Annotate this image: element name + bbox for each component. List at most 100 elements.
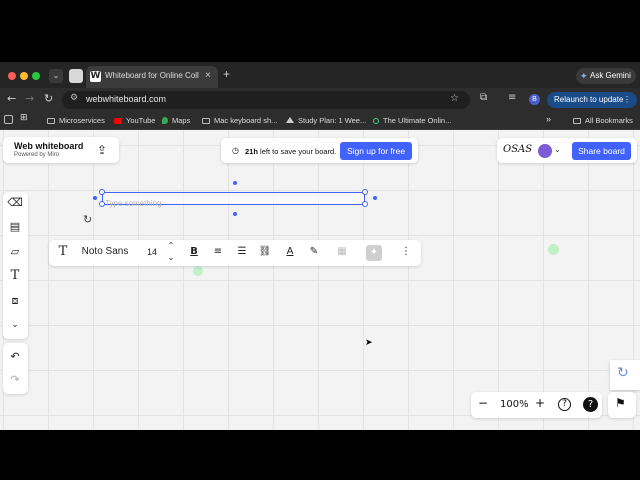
selection-dot xyxy=(93,196,97,200)
url-text[interactable]: webwhiteboard.com xyxy=(86,94,166,104)
tab-bar: ⌄ W Whiteboard for Online Collab × + ✦ A… xyxy=(0,62,640,88)
maps-pin-icon xyxy=(162,117,168,124)
whiteboard-favicon-icon: W xyxy=(90,71,101,82)
question-icon[interactable]: ? xyxy=(583,397,598,412)
extensions-icon[interactable]: ⧉ xyxy=(480,92,487,103)
close-window-button[interactable] xyxy=(8,72,16,80)
export-icon[interactable]: ⇪ xyxy=(97,143,107,157)
selection-dot xyxy=(373,196,377,200)
site-info-icon[interactable]: ⚙ xyxy=(70,93,78,103)
tab-whiteboard[interactable]: W Whiteboard for Online Collab × xyxy=(86,66,218,88)
folder-icon xyxy=(573,118,581,124)
profile-avatar[interactable]: B xyxy=(529,94,540,105)
text-input[interactable] xyxy=(103,198,364,209)
text-style-icon[interactable]: T xyxy=(54,240,72,264)
brand-title: Web whiteboard xyxy=(14,141,84,151)
relaunch-button[interactable]: Relaunch to update ⋮ xyxy=(547,92,637,108)
more-tools-icon[interactable]: ⌄ xyxy=(5,315,25,335)
align-icon[interactable]: ≡ xyxy=(210,240,226,264)
tab-search-icon[interactable]: ⌄ xyxy=(49,69,63,83)
fill-pattern-icon[interactable]: ▦ xyxy=(334,240,350,264)
ai-assist-icon[interactable]: ✦ xyxy=(366,245,382,261)
sidebar-toggle-icon[interactable] xyxy=(4,115,13,124)
tab-title: Whiteboard for Online Collab xyxy=(105,71,199,80)
pinned-tab[interactable] xyxy=(69,69,83,83)
brand-subtitle: Powered by Miro xyxy=(14,152,60,158)
eraser-icon[interactable]: ⌫ xyxy=(5,193,25,213)
signature-logo: OSAS xyxy=(503,144,533,155)
folder-icon xyxy=(202,118,210,124)
chevron-down-icon[interactable]: ⌄ xyxy=(554,145,561,154)
signup-button[interactable]: Sign up for free xyxy=(340,142,412,160)
selection-dot xyxy=(233,212,237,216)
forward-icon[interactable]: → xyxy=(25,92,34,105)
screen: ⌄ W Whiteboard for Online Collab × + ✦ A… xyxy=(0,0,640,480)
reload-icon[interactable]: ↻ xyxy=(44,92,53,105)
folder-icon xyxy=(47,118,55,124)
shapes-icon[interactable]: ⧈ xyxy=(5,291,25,311)
text-color-icon[interactable]: A xyxy=(282,240,298,264)
font-size-value[interactable]: 14 xyxy=(143,240,161,264)
flag-icon[interactable]: ⚑ xyxy=(615,396,626,410)
share-board-button[interactable]: Share board xyxy=(572,142,631,160)
bookmark-star-icon[interactable]: ☆ xyxy=(450,93,459,104)
redo-icon[interactable]: ↷ xyxy=(5,370,25,390)
menu-kebab-icon: ⋮ xyxy=(623,95,631,104)
text-box[interactable] xyxy=(102,192,365,209)
trial-text: 21h left to save your board. xyxy=(245,147,337,156)
more-options-icon[interactable]: ⋮ xyxy=(398,240,414,264)
address-bar-row: ← → ↻ ⚙ webwhiteboard.com ☆ ⧉ ≡ B Relaun… xyxy=(0,88,640,112)
ask-gemini-label: Ask Gemini xyxy=(590,71,631,80)
green-dot xyxy=(193,266,203,276)
youtube-icon xyxy=(114,118,122,124)
bookmark-study-plan[interactable]: Study Plan: 1 Wee... xyxy=(286,116,366,125)
text-icon[interactable]: T xyxy=(5,266,25,286)
new-tab-button[interactable]: + xyxy=(223,67,230,81)
green-dot xyxy=(548,244,559,255)
bold-icon[interactable]: B xyxy=(186,240,202,264)
resize-handle[interactable] xyxy=(362,201,368,207)
clock-icon: ◷ xyxy=(232,146,239,155)
resize-handle[interactable] xyxy=(362,189,368,195)
relaunch-label: Relaunch to update xyxy=(554,95,624,104)
undo-icon[interactable]: ↶ xyxy=(5,347,25,367)
bookmark-maps[interactable]: Maps xyxy=(162,116,190,125)
globe-icon xyxy=(373,118,379,124)
bookmark-youtube[interactable]: YouTube xyxy=(114,116,155,125)
resize-handle[interactable] xyxy=(99,189,105,195)
highlight-icon[interactable]: ✎ xyxy=(306,240,322,264)
zoom-in-button[interactable]: + xyxy=(535,396,545,410)
help-icon[interactable]: ? xyxy=(558,398,571,411)
whiteboard-canvas[interactable] xyxy=(0,130,640,430)
more-bookmarks-icon[interactable]: » xyxy=(546,114,551,124)
zoom-out-button[interactable]: − xyxy=(478,396,488,410)
selection-dot xyxy=(233,181,237,185)
rotate-handle-icon[interactable]: ↻ xyxy=(83,213,92,226)
cursor-icon: ➤ xyxy=(365,338,373,348)
bookmark-ultimate-online[interactable]: The Ultimate Onlin... xyxy=(373,116,451,125)
bookmarks-bar: ⊞ Microservices YouTube Maps Mac keyboar… xyxy=(0,112,640,130)
user-avatar[interactable] xyxy=(538,144,552,158)
recaptcha-badge[interactable]: ↻ xyxy=(610,360,640,390)
bookmark-mac-keyboard[interactable]: Mac keyboard sh... xyxy=(202,116,277,125)
back-icon[interactable]: ← xyxy=(7,92,16,105)
address-bar[interactable]: ⚙ webwhiteboard.com ☆ xyxy=(62,91,470,109)
minimize-window-button[interactable] xyxy=(20,72,28,80)
link-icon[interactable]: ⛓ xyxy=(257,240,273,264)
font-family-select[interactable]: Noto Sans xyxy=(80,240,130,264)
sticky-note-icon[interactable]: ▱ xyxy=(5,242,25,262)
media-icon[interactable]: ≡ xyxy=(508,92,516,103)
list-icon[interactable]: ☰ xyxy=(234,240,250,264)
resize-handle[interactable] xyxy=(99,201,105,207)
frame-icon[interactable]: ▤ xyxy=(5,217,25,237)
zoom-level[interactable]: 100% xyxy=(500,399,529,410)
font-size-stepper[interactable]: ⌃ ⌄ xyxy=(166,240,176,264)
ask-gemini-button[interactable]: ✦ Ask Gemini xyxy=(576,68,636,84)
all-bookmarks[interactable]: All Bookmarks xyxy=(573,116,633,125)
tab-close-icon[interactable]: × xyxy=(205,70,211,81)
zoom-window-button[interactable] xyxy=(32,72,40,80)
triangle-icon xyxy=(286,117,294,123)
apps-grid-icon[interactable]: ⊞ xyxy=(20,113,28,123)
bookmark-microservices[interactable]: Microservices xyxy=(47,116,105,125)
recaptcha-icon: ↻ xyxy=(617,365,629,381)
